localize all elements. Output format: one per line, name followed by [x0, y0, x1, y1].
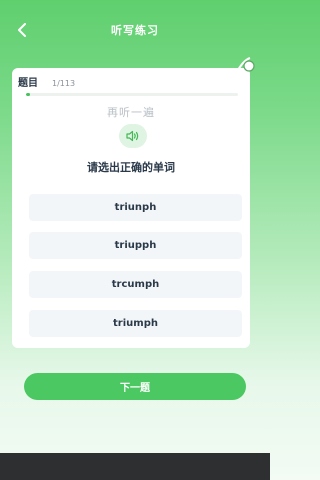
question-label: 题目: [18, 78, 38, 89]
speaker-icon: [126, 130, 139, 142]
speaker-button[interactable]: [119, 124, 147, 148]
question-header: 题目 1/113: [18, 74, 75, 89]
question-counter: 1/113: [52, 79, 76, 88]
option-3[interactable]: trcumph: [29, 271, 242, 298]
option-1[interactable]: triunph: [29, 194, 242, 221]
header-bar: 听写练习: [0, 0, 270, 60]
replay-text[interactable]: 再听一遍: [12, 104, 250, 120]
progress-fill: [26, 93, 31, 96]
option-2[interactable]: triupph: [29, 232, 242, 259]
card-tab-decoration: [237, 57, 255, 72]
progress-bar: [26, 93, 238, 96]
question-card: 题目 1/113 再听一遍 请选出正确的单词 triunph triupph t…: [12, 57, 255, 348]
page-title: 听写练习: [111, 24, 159, 37]
bottom-system-bar: [0, 453, 270, 480]
option-4[interactable]: triumph: [29, 310, 242, 337]
next-question-button[interactable]: 下一题: [24, 373, 246, 400]
question-prompt: 请选出正确的单词: [87, 161, 175, 174]
